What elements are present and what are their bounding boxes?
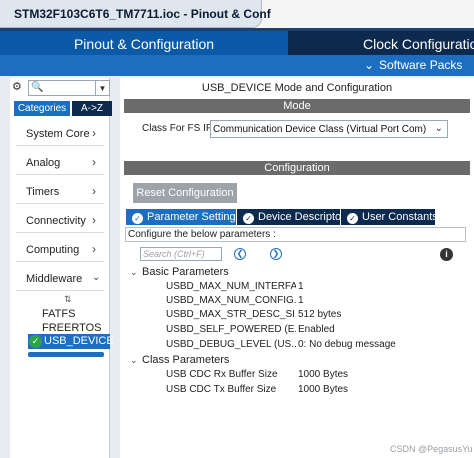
param-row[interactable]: USBD_DEBUG_LEVEL (US... 0: No debug mess… xyxy=(166,339,466,353)
tab-pinout-label: Pinout & Configuration xyxy=(73,36,215,52)
param-name: USBD_MAX_NUM_CONFIG... xyxy=(166,295,296,306)
param-value: 512 bytes xyxy=(298,309,342,320)
chevron-right-icon: › xyxy=(92,126,96,140)
search-previous-icon[interactable]: ❮ xyxy=(234,248,246,260)
group-label: Class Parameters xyxy=(142,354,230,366)
check-circle-icon: ✓ xyxy=(29,335,42,348)
param-value: Enabled xyxy=(298,324,335,335)
param-name: USB CDC Rx Buffer Size xyxy=(166,369,278,380)
category-analog[interactable]: Analog › xyxy=(16,153,104,175)
search-icon: 🔍 xyxy=(31,82,44,93)
param-row[interactable]: USBD_SELF_POWERED (E... Enabled xyxy=(166,324,466,338)
class-for-fs-ip-select[interactable]: Communication Device Class (Virtual Port… xyxy=(210,120,448,138)
configuration-section-header: Configuration xyxy=(124,161,470,175)
chevron-down-icon: ⌄ xyxy=(92,272,101,283)
file-tab-title: STM32F103C6T6_TM7711.ioc - Pinout & Conf xyxy=(14,7,271,21)
reset-configuration-button[interactable]: Reset Configuration xyxy=(133,183,237,203)
search-next-icon[interactable]: ❯ xyxy=(270,248,282,260)
param-name: USB CDC Tx Buffer Size xyxy=(166,384,277,395)
category-connectivity[interactable]: Connectivity › xyxy=(16,211,104,233)
software-packs-menu[interactable]: Software Packs xyxy=(379,58,462,72)
group-label: Basic Parameters xyxy=(142,266,229,278)
group-class-parameters[interactable]: ⌄ Class Parameters xyxy=(130,354,229,366)
param-name: USBD_MAX_STR_DESC_SI... xyxy=(166,309,296,320)
category-label: Connectivity xyxy=(26,215,86,227)
middleware-item-fatfs[interactable]: FATFS xyxy=(42,308,75,320)
gear-icon[interactable]: ⚙ xyxy=(12,80,26,96)
middleware-item-label: USB_DEVICE xyxy=(44,335,114,347)
category-timers[interactable]: Timers › xyxy=(16,182,104,204)
param-name: USBD_MAX_NUM_INTERFA... xyxy=(166,281,296,292)
file-tab[interactable]: STM32F103C6T6_TM7711.ioc - Pinout & Conf xyxy=(0,0,271,28)
horizontal-scrollbar[interactable] xyxy=(28,352,104,357)
chevron-down-icon: ⌄ xyxy=(130,355,138,365)
watermark: CSDN @PegasusYu xyxy=(390,444,473,454)
tab-clock-configuration[interactable]: Clock Configuration xyxy=(288,31,474,55)
category-label: System Core xyxy=(26,128,90,140)
category-search-input[interactable]: 🔍 xyxy=(28,80,96,96)
info-icon[interactable]: i xyxy=(440,248,453,261)
select-value: Communication Device Class (Virtual Port… xyxy=(213,124,427,135)
group-basic-parameters[interactable]: ⌄ Basic Parameters xyxy=(130,266,229,278)
param-row[interactable]: USBD_MAX_STR_DESC_SI... 512 bytes xyxy=(166,309,466,323)
panel-title: USB_DEVICE Mode and Configuration xyxy=(201,82,393,94)
chevron-down-icon: ⌄ xyxy=(434,123,443,134)
stm32cubemx-window: STM32F103C6T6_TM7711.ioc - Pinout & Conf… xyxy=(0,0,474,458)
param-value: 1 xyxy=(298,295,304,306)
check-circle-icon: ✓ xyxy=(347,213,358,224)
check-circle-icon: ✓ xyxy=(132,213,143,224)
chevron-right-icon: › xyxy=(92,155,96,169)
tab-parameter-settings[interactable]: ✓ Parameter Settings xyxy=(126,209,241,225)
category-middleware[interactable]: Middleware ⌄ xyxy=(16,269,104,291)
chevron-down-icon[interactable]: ⌄ xyxy=(364,58,374,72)
tab-categories[interactable]: Categories xyxy=(14,101,70,116)
tab-device-descriptor[interactable]: ✓ Device Descriptor xyxy=(237,209,345,225)
param-value: 1000 Bytes xyxy=(298,369,349,380)
chevron-down-icon: ⌄ xyxy=(130,267,138,277)
tab-clock-label: Clock Configuration xyxy=(363,36,474,52)
category-label: Middleware xyxy=(26,273,83,285)
param-row[interactable]: USBD_MAX_NUM_INTERFA... 1 xyxy=(166,281,466,295)
software-packs-bar: ⌄ Software Packs xyxy=(0,55,474,76)
param-name: USBD_DEBUG_LEVEL (US... xyxy=(166,339,296,350)
category-label: Timers xyxy=(26,186,60,198)
chevron-right-icon: › xyxy=(92,213,96,227)
param-name: USBD_SELF_POWERED (E... xyxy=(166,324,296,335)
middleware-item-usb-device[interactable]: ✓ USB_DEVICE xyxy=(28,334,114,349)
param-row[interactable]: USBD_MAX_NUM_CONFIG... 1 xyxy=(166,295,466,309)
configure-parameters-text: Configure the below parameters : xyxy=(125,227,466,242)
search-dropdown-button[interactable]: ▼ xyxy=(96,80,110,96)
tab-pinout-configuration[interactable]: Pinout & Configuration xyxy=(0,31,288,55)
title-bar: STM32F103C6T6_TM7711.ioc - Pinout & Conf xyxy=(0,0,474,31)
class-for-fs-ip-label: Class For FS IP xyxy=(142,123,213,134)
tab-label: User Constants xyxy=(362,211,438,223)
mode-configuration-panel: USB_DEVICE Mode and Configuration Mode C… xyxy=(120,78,474,458)
category-system-core[interactable]: System Core › xyxy=(16,124,104,146)
category-label: Analog xyxy=(26,157,61,169)
param-value: 1000 Bytes xyxy=(298,384,349,395)
category-computing[interactable]: Computing › xyxy=(16,240,104,262)
check-circle-icon: ✓ xyxy=(243,213,254,224)
param-value: 1 xyxy=(298,281,304,292)
chevron-right-icon: › xyxy=(92,242,96,256)
tab-a-to-z[interactable]: A->Z xyxy=(72,101,112,116)
param-row[interactable]: USB CDC Tx Buffer Size 1000 Bytes xyxy=(166,384,466,398)
param-row[interactable]: USB CDC Rx Buffer Size 1000 Bytes xyxy=(166,369,466,383)
sort-icon[interactable]: ⇅ xyxy=(64,294,72,305)
tab-label: Device Descriptor xyxy=(258,211,345,223)
tab-user-constants[interactable]: ✓ User Constants xyxy=(341,209,438,225)
tab-label: Parameter Settings xyxy=(147,211,242,223)
categories-panel: ⚙ 🔍 ▼ Categories A->Z System Core › Anal… xyxy=(10,78,114,458)
mode-section-header: Mode xyxy=(124,99,470,113)
param-value: 0: No debug message xyxy=(298,339,396,350)
middleware-item-freertos[interactable]: FREERTOS xyxy=(42,322,102,334)
search-placeholder: Search (Ctrl+F) xyxy=(143,249,205,259)
parameter-search-input[interactable]: Search (Ctrl+F) xyxy=(140,247,222,261)
category-label: Computing xyxy=(26,244,80,256)
chevron-right-icon: › xyxy=(92,184,96,198)
